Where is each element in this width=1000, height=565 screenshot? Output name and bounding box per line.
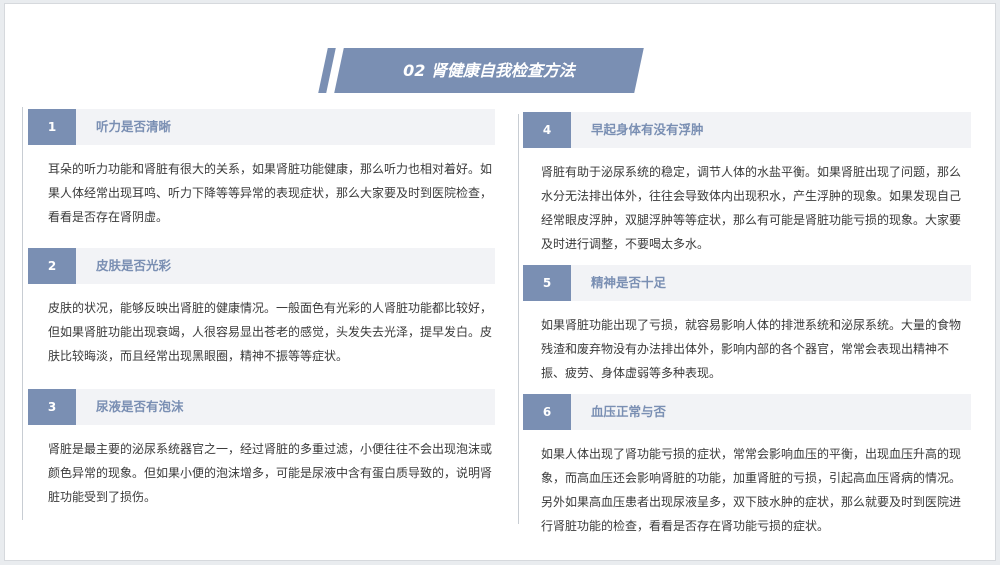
- page-title: 02 肾健康自我检查方法: [403, 61, 575, 80]
- item-title: 早起身体有没有浮肿: [591, 122, 704, 137]
- item-header: 4 早起身体有没有浮肿: [523, 112, 971, 148]
- item-title: 血压正常与否: [591, 404, 667, 419]
- item-header: 5 精神是否十足: [523, 265, 971, 301]
- item-body: 肾脏有助于泌尿系统的稳定，调节人体的水盐平衡。如果肾脏出现了问题，那么水分无法排…: [541, 165, 962, 251]
- item-number-badge: 1: [28, 109, 76, 145]
- item-header: 6 血压正常与否: [523, 394, 971, 430]
- item-title: 尿液是否有泡沫: [96, 399, 184, 414]
- item-number-badge: 3: [28, 389, 76, 425]
- item-number-badge: 2: [28, 248, 76, 284]
- slide: 02 肾健康自我检查方法 1 听力是否清晰 耳朵的听力功能和肾脏有很大的关系，如…: [4, 3, 996, 561]
- section-item-2: 2 皮肤是否光彩 皮肤的状况，能够反映出肾脏的健康情况。一般面色有光彩的人肾脏功…: [28, 248, 495, 368]
- item-header: 2 皮肤是否光彩: [28, 248, 495, 284]
- left-column-divider: [22, 107, 23, 520]
- item-body: 皮肤的状况，能够反映出肾脏的健康情况。一般面色有光彩的人肾脏功能都比较好，但如果…: [48, 301, 493, 363]
- right-column-divider: [518, 114, 519, 524]
- section-item-6: 6 血压正常与否 如果人体出现了肾功能亏损的症状，常常会影响血压的平衡，出现血压…: [523, 394, 971, 538]
- section-item-5: 5 精神是否十足 如果肾脏功能出现了亏损，就容易影响人体的排泄系统和泌尿系统。大…: [523, 265, 971, 385]
- item-title: 精神是否十足: [591, 275, 667, 290]
- title-accent-stripe: [318, 48, 336, 93]
- item-body: 肾脏是最主要的泌尿系统器官之一，经过肾脏的多重过滤，小便往往不会出现泡沫或颜色异…: [48, 442, 493, 504]
- item-header: 3 尿液是否有泡沫: [28, 389, 495, 425]
- item-number-badge: 5: [523, 265, 571, 301]
- item-header: 1 听力是否清晰: [28, 109, 495, 145]
- item-body: 耳朵的听力功能和肾脏有很大的关系，如果肾脏功能健康，那么听力也相对着好。如果人体…: [48, 162, 493, 224]
- item-number-badge: 6: [523, 394, 571, 430]
- section-item-3: 3 尿液是否有泡沫 肾脏是最主要的泌尿系统器官之一，经过肾脏的多重过滤，小便往往…: [28, 389, 495, 509]
- item-number-badge: 4: [523, 112, 571, 148]
- item-body: 如果肾脏功能出现了亏损，就容易影响人体的排泄系统和泌尿系统。大量的食物残渣和废弃…: [541, 318, 962, 380]
- section-item-1: 1 听力是否清晰 耳朵的听力功能和肾脏有很大的关系，如果肾脏功能健康，那么听力也…: [28, 109, 495, 229]
- item-title: 皮肤是否光彩: [96, 258, 172, 273]
- item-body: 如果人体出现了肾功能亏损的症状，常常会影响血压的平衡，出现血压升高的现象，而高血…: [541, 447, 962, 533]
- item-title: 听力是否清晰: [96, 119, 172, 134]
- section-item-4: 4 早起身体有没有浮肿 肾脏有助于泌尿系统的稳定，调节人体的水盐平衡。如果肾脏出…: [523, 112, 971, 256]
